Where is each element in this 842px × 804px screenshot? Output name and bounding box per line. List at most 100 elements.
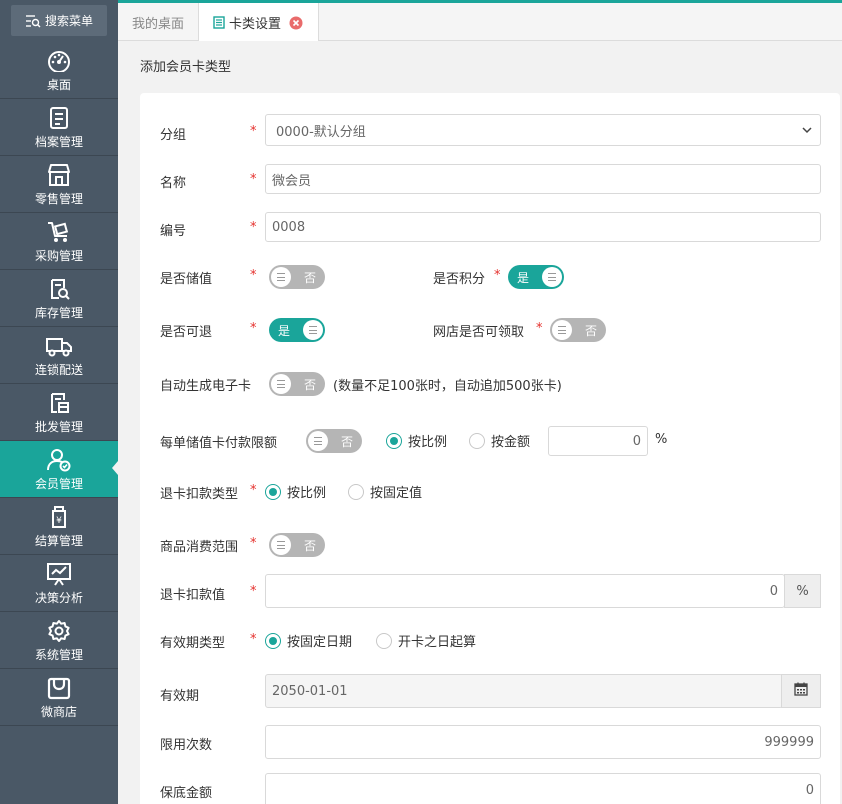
sidebar-item-delivery[interactable]: 连锁配送 (0, 327, 118, 384)
analysis-icon (46, 561, 72, 587)
radio-circle (348, 483, 364, 500)
radio-label: 开卡之日起算 (398, 635, 477, 650)
refund-type-fixed-radio[interactable]: 按固定值 (348, 482, 422, 501)
radio-circle (265, 632, 281, 649)
required-mark: * (250, 632, 257, 647)
toggle-knob (271, 374, 291, 394)
sidebar-item-label: 采购管理 (34, 248, 83, 263)
sidebar-item-label: 库存管理 (34, 305, 83, 320)
payment-limit-amount-radio[interactable]: 按金额 (469, 431, 530, 450)
stored-value-toggle[interactable]: 否 (269, 265, 325, 289)
radio-label: 按金额 (491, 435, 531, 450)
auto-ecard-label: 自动生成电子卡 (160, 379, 252, 394)
sidebar-nav: 桌面 档案管理 零售管理 采购管理 库存管理 连锁配送 批发管理 会员管理 ¥ … (0, 42, 118, 726)
archive-icon (48, 105, 70, 131)
tab-label: 我的桌面 (131, 16, 184, 32)
toggle-text: 是 (278, 324, 291, 338)
sidebar-item-label: 会员管理 (34, 476, 83, 491)
sidebar-item-wholesale[interactable]: 批发管理 (0, 384, 118, 441)
close-icon[interactable] (289, 16, 303, 30)
wholesale-icon (47, 390, 71, 416)
refund-value-input[interactable]: 0 (265, 574, 785, 608)
online-claim-toggle[interactable]: 否 (550, 318, 606, 342)
toggle-knob (303, 320, 323, 340)
page-subtitle: 添加会员卡类型 (140, 60, 232, 75)
required-mark: * (250, 321, 257, 336)
settlement-icon: ¥ (47, 504, 71, 530)
min-balance-input[interactable]: 0 (265, 773, 821, 804)
sidebar-item-member[interactable]: 会员管理 (0, 441, 118, 498)
sidebar-item-inventory[interactable]: 库存管理 (0, 270, 118, 327)
min-balance-label: 保底金额 (160, 786, 213, 801)
required-mark: * (250, 124, 257, 139)
sidebar-item-purchase[interactable]: 采购管理 (0, 213, 118, 270)
percent-unit: % (655, 432, 668, 447)
group-select[interactable]: 0000-默认分组 (265, 114, 821, 146)
toggle-text: 否 (584, 324, 597, 338)
document-icon (213, 16, 225, 29)
validity-fixed-date-radio[interactable]: 按固定日期 (265, 631, 352, 650)
validity-label: 有效期 (160, 689, 200, 704)
radio-label: 按比例 (287, 486, 327, 501)
min-balance-value: 0 (805, 782, 814, 798)
radio-circle (265, 483, 281, 500)
truck-icon (45, 333, 73, 359)
validity-type-label: 有效期类型 (160, 636, 226, 651)
sidebar-item-label: 桌面 (46, 77, 71, 92)
consume-scope-toggle[interactable]: 否 (269, 533, 325, 557)
auto-ecard-note: (数量不足100张时，自动追加500张卡) (333, 379, 562, 394)
svg-text:¥: ¥ (56, 516, 62, 526)
sidebar-item-desktop[interactable]: 桌面 (0, 42, 118, 99)
cart-icon (46, 219, 72, 245)
code-label: 编号 (160, 224, 187, 239)
content-area: 添加会员卡类型 分组 * 0000-默认分组 名称 * 微会员 编号 * 000… (118, 41, 842, 804)
points-toggle[interactable]: 是 (508, 265, 564, 289)
usage-limit-label: 限用次数 (160, 738, 213, 753)
toggle-text: 否 (303, 271, 316, 285)
sidebar-item-microshop[interactable]: 微商店 (0, 669, 118, 726)
sidebar-item-label: 批发管理 (34, 419, 83, 434)
required-mark: * (536, 321, 543, 336)
usage-limit-input[interactable]: 999999 (265, 725, 821, 759)
stored-value-label: 是否储值 (160, 272, 213, 287)
toggle-knob (552, 320, 572, 340)
radio-circle (376, 632, 392, 649)
tab-card-settings[interactable]: 卡类设置 (199, 3, 319, 42)
group-select-value: 0000-默认分组 (276, 124, 366, 140)
calendar-button[interactable] (781, 674, 821, 708)
payment-limit-input[interactable]: 0 (548, 426, 648, 456)
percent-addon: % (784, 574, 821, 608)
validity-from-open-radio[interactable]: 开卡之日起算 (376, 631, 476, 650)
refundable-toggle[interactable]: 是 (269, 318, 325, 342)
code-input[interactable]: 0008 (265, 212, 821, 242)
toggle-knob (271, 535, 291, 555)
store-icon (46, 162, 72, 188)
sidebar-item-retail[interactable]: 零售管理 (0, 156, 118, 213)
sidebar-item-label: 系统管理 (34, 647, 83, 662)
auto-ecard-toggle[interactable]: 否 (269, 372, 325, 396)
payment-limit-toggle[interactable]: 否 (306, 429, 362, 453)
payment-limit-ratio-radio[interactable]: 按比例 (386, 431, 447, 450)
required-mark: * (250, 483, 257, 498)
dashboard-icon (47, 48, 71, 74)
sidebar-item-label: 连锁配送 (34, 362, 83, 377)
payment-limit-value: 0 (632, 433, 641, 449)
radio-circle (386, 432, 402, 449)
refund-type-ratio-radio[interactable]: 按比例 (265, 482, 326, 501)
inventory-icon (47, 276, 71, 302)
sidebar-item-analysis[interactable]: 决策分析 (0, 555, 118, 612)
name-input[interactable]: 微会员 (265, 164, 821, 194)
chevron-down-icon (802, 124, 812, 139)
validity-date-input[interactable]: 2050-01-01 (265, 674, 783, 708)
search-menu-button[interactable]: 搜索菜单 (11, 5, 107, 36)
sidebar-item-system[interactable]: 系统管理 (0, 612, 118, 669)
member-icon (46, 447, 72, 473)
sidebar-item-archive[interactable]: 档案管理 (0, 99, 118, 156)
refund-value-label: 退卡扣款值 (160, 588, 226, 603)
refund-type-label: 退卡扣款类型 (160, 487, 239, 502)
required-mark: * (250, 172, 257, 187)
tab-my-desktop[interactable]: 我的桌面 (118, 3, 199, 41)
sidebar-item-settlement[interactable]: ¥ 结算管理 (0, 498, 118, 555)
refundable-label: 是否可退 (160, 325, 213, 340)
payment-limit-label: 每单储值卡付款限额 (160, 436, 278, 451)
